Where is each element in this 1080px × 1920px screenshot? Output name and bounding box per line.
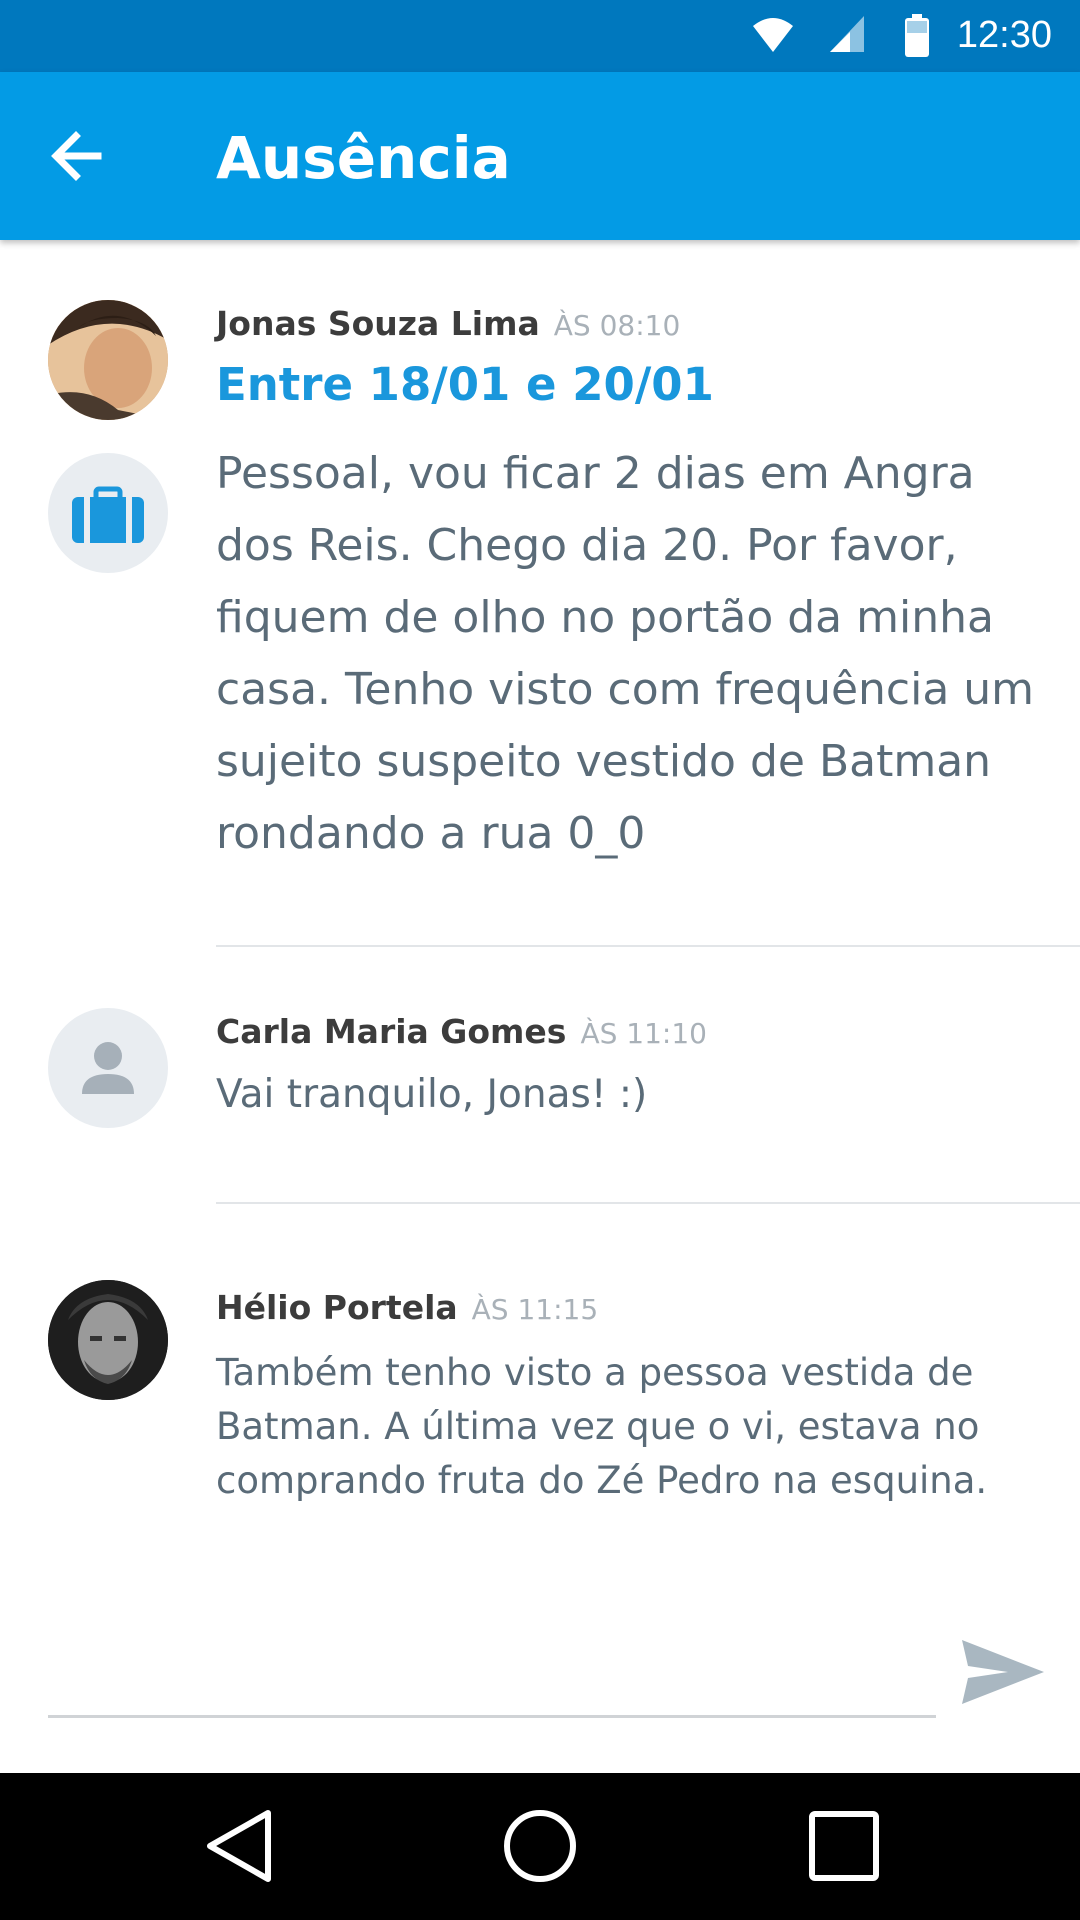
absence-dates: Entre 18/01 e 20/01	[216, 358, 714, 411]
comment-input[interactable]	[48, 1715, 936, 1718]
avatar-carla[interactable]	[48, 1008, 168, 1128]
app-bar: Ausência	[0, 72, 1080, 240]
signal-icon	[830, 16, 864, 52]
category-badge	[48, 453, 168, 573]
comment-time: ÀS 11:10	[580, 1017, 707, 1050]
comment-header: Hélio Portela ÀS 11:15	[216, 1288, 598, 1327]
post-message: Pessoal, vou ficar 2 dias em Angra dos R…	[216, 438, 1056, 870]
message-line: comprando fruta do Zé Pedro na esquina.	[216, 1459, 988, 1502]
message-line: dos Reis. Chego dia 20. Por favor,	[216, 520, 958, 571]
message-line: sujeito suspeito vestido de Batman	[216, 736, 992, 787]
author-name[interactable]: Hélio Portela	[216, 1288, 458, 1327]
author-name[interactable]: Jonas Souza Lima	[216, 304, 540, 343]
home-circle-icon[interactable]	[495, 1801, 585, 1891]
profile-photo-icon	[48, 300, 168, 420]
status-time: 12:30	[956, 14, 1052, 56]
message-line: casa. Tenho visto com frequência um	[216, 664, 1035, 715]
suitcase-icon	[72, 486, 144, 543]
post-header: Jonas Souza Lima ÀS 08:10	[216, 304, 680, 343]
post-time: ÀS 08:10	[553, 309, 681, 342]
arrow-back-icon[interactable]	[44, 124, 108, 188]
person-placeholder-icon	[82, 1042, 134, 1094]
recents-square-icon[interactable]	[799, 1801, 889, 1891]
wifi-icon	[753, 18, 793, 52]
message-line: Batman. A última vez que o vi, estava no	[216, 1405, 980, 1448]
avatar-helio[interactable]	[48, 1280, 168, 1400]
status-bar: 12:30	[0, 0, 1080, 72]
divider	[216, 1202, 1080, 1204]
message-line: Também tenho visto a pessoa vestida de	[216, 1351, 974, 1394]
battery-icon	[905, 14, 929, 57]
author-name[interactable]: Carla Maria Gomes	[216, 1012, 566, 1051]
page-title: Ausência	[216, 124, 511, 192]
comment-header: Carla Maria Gomes ÀS 11:10	[216, 1012, 707, 1051]
comment-time: ÀS 11:15	[471, 1293, 599, 1326]
message-line: Pessoal, vou ficar 2 dias em Angra	[216, 448, 975, 499]
comment-message: Também tenho visto a pessoa vestida de B…	[216, 1346, 1056, 1508]
back-triangle-icon[interactable]	[196, 1801, 286, 1891]
message-line: rondando a rua 0_0	[216, 808, 646, 859]
profile-photo-icon	[48, 1280, 168, 1400]
send-icon[interactable]	[958, 1632, 1048, 1712]
comment-message: Vai tranquilo, Jonas! :)	[216, 1072, 648, 1117]
message-line: fiquem de olho no portão da minha	[216, 592, 994, 643]
navigation-bar	[0, 1773, 1080, 1920]
avatar-jonas[interactable]	[48, 300, 168, 420]
divider	[216, 945, 1080, 947]
